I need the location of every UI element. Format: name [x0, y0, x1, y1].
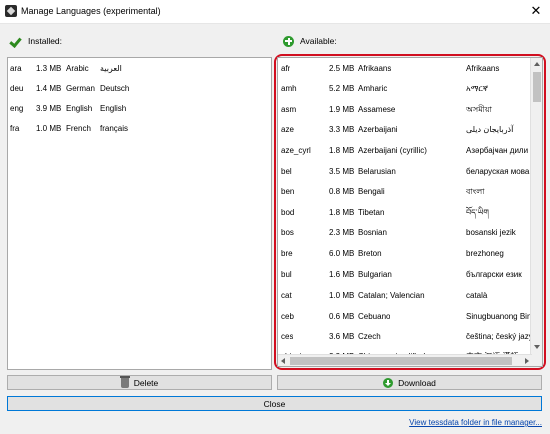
horizontal-scrollbar[interactable] — [278, 354, 532, 366]
scroll-down-icon[interactable] — [534, 345, 540, 349]
scroll-right-icon[interactable] — [525, 358, 529, 364]
list-item[interactable]: amh 5.2 MB Amharic አማርኛ — [278, 82, 542, 96]
list-item[interactable]: aze 3.3 MB Azerbaijani آذربايجان ديلی — [278, 123, 542, 137]
trash-icon — [119, 375, 130, 388]
view-tessdata-link[interactable]: View tessdata folder in file manager... — [409, 418, 542, 427]
list-item[interactable]: bod 1.8 MB Tibetan བོད་ཡིག — [278, 206, 542, 220]
app-icon — [5, 5, 17, 17]
list-item[interactable]: cat 1.0 MB Catalan; Valencian català — [278, 289, 542, 303]
available-label: Available: — [300, 36, 337, 46]
checkmark-icon — [10, 35, 22, 47]
list-item[interactable]: ara 1.3 MB Arabic العربية — [8, 62, 271, 76]
download-button[interactable]: Download — [277, 375, 542, 390]
window-close-button[interactable]: ✕ — [522, 0, 550, 24]
available-header: Available: — [283, 33, 337, 49]
installed-header: Installed: — [10, 33, 62, 49]
vertical-scrollbar[interactable] — [530, 58, 542, 366]
list-item[interactable]: afr 2.5 MB Afrikaans Afrikaans — [278, 62, 542, 76]
close-label: Close — [263, 398, 286, 409]
download-label: Download — [398, 377, 436, 388]
close-button[interactable]: Close — [7, 396, 542, 411]
plus-circle-icon — [283, 35, 294, 47]
list-item[interactable]: ces 3.6 MB Czech čeština; český jazyk — [278, 330, 542, 344]
list-item[interactable]: bul 1.6 MB Bulgarian български език — [278, 268, 542, 282]
delete-button[interactable]: Delete — [7, 375, 272, 390]
list-item[interactable]: asm 1.9 MB Assamese অসমীয়া — [278, 103, 542, 117]
vertical-scroll-thumb[interactable] — [533, 72, 541, 102]
download-icon — [383, 377, 394, 388]
scroll-left-icon[interactable] — [281, 358, 285, 364]
available-list[interactable]: afr 2.5 MB Afrikaans Afrikaans amh 5.2 MB Amh… — [277, 57, 543, 367]
installed-label: Installed: — [28, 36, 63, 46]
scroll-up-icon[interactable] — [534, 62, 540, 66]
delete-label: Delete — [133, 377, 159, 388]
installed-list[interactable]: ara 1.3 MB Arabic العربية deu 1.4 MB Ger… — [7, 57, 272, 370]
list-item[interactable]: bel 3.5 MB Belarusian беларуская мова — [278, 165, 542, 179]
list-item[interactable]: bos 2.3 MB Bosnian bosanski jezik — [278, 226, 542, 240]
list-item[interactable]: bre 6.0 MB Breton brezhoneg — [278, 247, 542, 261]
list-item[interactable]: ben 0.8 MB Bengali বাংলা — [278, 185, 542, 199]
list-item[interactable]: ceb0.6 MBCebuanoSinugbuanong Binisaya — [278, 310, 542, 324]
horizontal-scroll-thumb[interactable] — [290, 357, 512, 365]
window-title: Manage Languages (experimental) — [21, 6, 161, 16]
list-item[interactable]: aze_cyrl 1.8 MB Azerbaijani (cyrillic) Азәр… — [278, 144, 542, 158]
list-item[interactable]: fra 1.0 MB French français — [8, 122, 271, 136]
list-item[interactable]: eng 3.9 MB English English — [8, 102, 271, 116]
list-item[interactable]: deu 1.4 MB German Deutsch — [8, 82, 271, 96]
title-bar: Manage Languages (experimental) ✕ — [0, 0, 550, 24]
